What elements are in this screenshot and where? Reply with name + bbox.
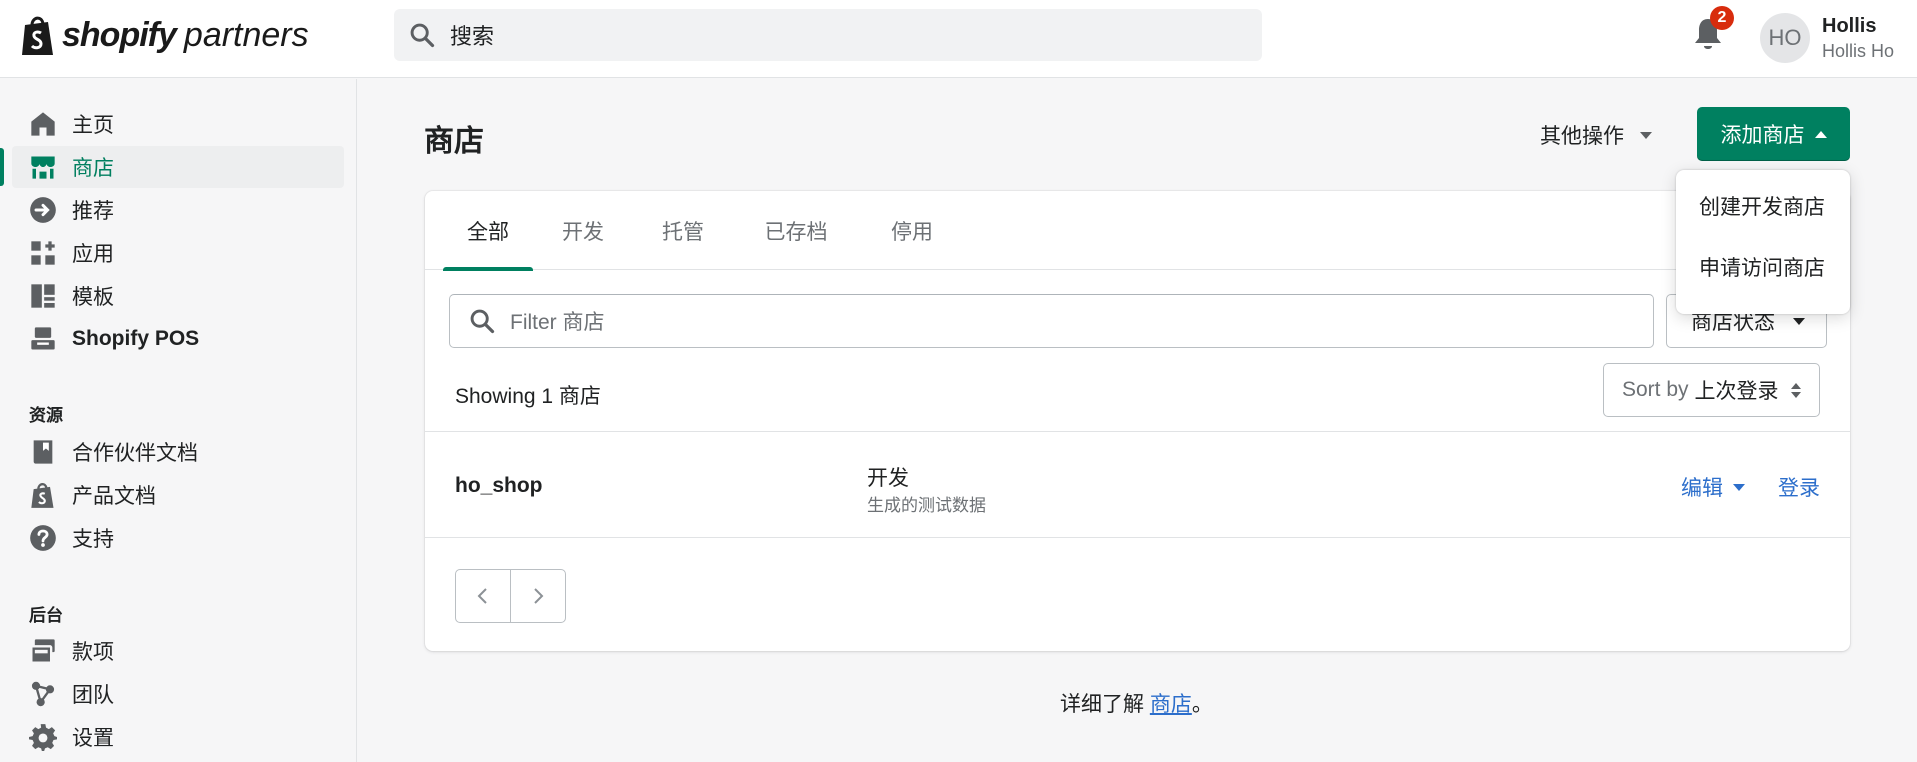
sidebar-item-themes[interactable]: 模板 (12, 275, 344, 317)
search-icon (470, 309, 495, 334)
edit-store-button[interactable]: 编辑 (1681, 472, 1745, 502)
chevron-left-icon (477, 588, 487, 604)
apps-icon (28, 238, 58, 268)
tab-archived[interactable]: 已存档 (733, 191, 859, 270)
shop-name: ho_shop (455, 474, 543, 497)
sidebar-item-label: 产品文档 (72, 485, 156, 508)
global-search-input[interactable]: 搜索 (394, 9, 1262, 61)
section-title-resources: 资源 (29, 406, 63, 425)
question-icon (28, 523, 58, 553)
tab-managed[interactable]: 托管 (633, 191, 733, 270)
previous-page-button[interactable] (456, 570, 511, 622)
page-title: 商店 (424, 125, 484, 158)
shop-note: 生成的测试数据 (867, 496, 986, 515)
sidebar-item-label: 模板 (72, 286, 114, 309)
chevron-down-icon (1640, 131, 1652, 139)
stores-card: 全部 开发 托管 已存档 停用 Filter 商店 商店状态 Showing 1… (425, 191, 1850, 651)
top-bar: shopify partners 搜索 2 HO Hollis Hollis H… (0, 0, 1917, 78)
avatar: HO (1760, 13, 1810, 63)
chevron-up-icon (1814, 130, 1827, 138)
gear-icon (28, 722, 58, 752)
team-icon (28, 679, 58, 709)
create-dev-store-option[interactable]: 创建开发商店 (1676, 179, 1850, 233)
store-icon (28, 152, 58, 182)
sidebar-item-label: 支持 (72, 528, 114, 551)
chevron-down-icon (1793, 317, 1805, 325)
sidebar-item-partner-docs[interactable]: 合作伙伴文档 (12, 431, 344, 473)
payouts-icon (28, 636, 58, 666)
sidebar-item-product-docs[interactable]: 产品文档 (12, 474, 344, 516)
search-placeholder: 搜索 (450, 24, 495, 49)
sort-select[interactable]: Sort by 上次登录 (1603, 363, 1820, 417)
footer-text: 详细了解 (1060, 693, 1150, 716)
store-tabs: 全部 开发 托管 已存档 停用 (425, 191, 1850, 271)
add-store-label: 添加商店 (1720, 124, 1805, 147)
sidebar-item-label: 应用 (72, 243, 114, 266)
referral-icon (28, 195, 58, 225)
sidebar-item-label: 主页 (72, 114, 114, 137)
sidebar-item-payouts[interactable]: 款项 (12, 630, 344, 672)
sidebar-item-stores[interactable]: 商店 (0, 146, 344, 188)
user-name: Hollis (1822, 15, 1877, 37)
table-row: ho_shop 开发 生成的测试数据 编辑 登录 (425, 431, 1850, 538)
tab-development[interactable]: 开发 (533, 191, 633, 270)
sidebar-item-home[interactable]: 主页 (12, 103, 344, 145)
sidebar-item-apps[interactable]: 应用 (12, 232, 344, 274)
theme-icon (28, 281, 58, 311)
pos-icon (28, 324, 58, 354)
shopify-bag-icon (22, 16, 53, 55)
sidebar-item-label: 合作伙伴文档 (72, 442, 198, 465)
sort-prefix: Sort by (1622, 378, 1689, 401)
sidebar-item-label: Shopify POS (72, 327, 200, 350)
pagination (455, 569, 566, 623)
logo-brand-text: shopify (62, 15, 177, 54)
sidebar-item-label: 团队 (72, 684, 114, 707)
chevron-right-icon (534, 588, 544, 604)
login-store-link[interactable]: 登录 (1778, 472, 1820, 502)
footer-end: 。 (1191, 693, 1213, 716)
add-store-button[interactable]: 添加商店 (1697, 107, 1850, 161)
sidebar-item-label: 商店 (72, 157, 114, 180)
filter-stores-input[interactable]: Filter 商店 (449, 294, 1654, 348)
sidebar-item-shopify-pos[interactable]: Shopify POS (12, 318, 344, 360)
notification-badge: 2 (1710, 6, 1734, 30)
filter-placeholder: Filter 商店 (510, 311, 605, 334)
sidebar-item-team[interactable]: 团队 (12, 673, 344, 715)
user-subtitle: Hollis Ho (1822, 41, 1895, 61)
sidebar-item-label: 推荐 (72, 200, 114, 223)
more-actions-button[interactable]: 其他操作 (1540, 118, 1652, 152)
sidebar-item-label: 设置 (72, 727, 114, 750)
tab-all[interactable]: 全部 (443, 191, 533, 271)
request-store-access-option[interactable]: 申请访问商店 (1676, 240, 1850, 294)
learn-more-footer: 详细了解 商店。 (1060, 688, 1213, 718)
sidebar-item-label: 款项 (72, 641, 114, 664)
next-page-button[interactable] (511, 570, 566, 622)
sidebar-item-support[interactable]: 支持 (12, 517, 344, 559)
search-icon (410, 23, 435, 48)
tab-inactive[interactable]: 停用 (859, 191, 965, 270)
chevron-down-icon (1733, 483, 1745, 491)
add-store-dropdown: 创建开发商店 申请访问商店 (1676, 170, 1850, 314)
more-actions-label: 其他操作 (1540, 125, 1624, 148)
learn-more-stores-link[interactable]: 商店 (1150, 693, 1192, 716)
user-menu[interactable]: HO Hollis Hollis Ho (1760, 10, 1894, 66)
sidebar-item-settings[interactable]: 设置 (12, 716, 344, 758)
results-count: Showing 1 商店 (455, 385, 601, 408)
home-icon (28, 109, 58, 139)
sort-arrows-icon (1790, 382, 1801, 398)
shopify-partners-logo[interactable]: shopify partners (20, 12, 309, 58)
shop-type: 开发 (867, 467, 909, 490)
shopify-bag-icon (28, 480, 58, 510)
section-title-admin: 后台 (29, 606, 63, 625)
sidebar: 主页 商店 推荐 应用 模板 Shopify POS 资源 合作伙伴文档 产品文… (0, 79, 357, 762)
book-icon (28, 437, 58, 467)
edit-label: 编辑 (1681, 477, 1723, 500)
sort-value: 上次登录 (1694, 380, 1779, 403)
sidebar-item-referrals[interactable]: 推荐 (12, 189, 344, 231)
user-names: Hollis Hollis Ho (1822, 13, 1894, 63)
logo-sub-text: partners (183, 15, 309, 54)
